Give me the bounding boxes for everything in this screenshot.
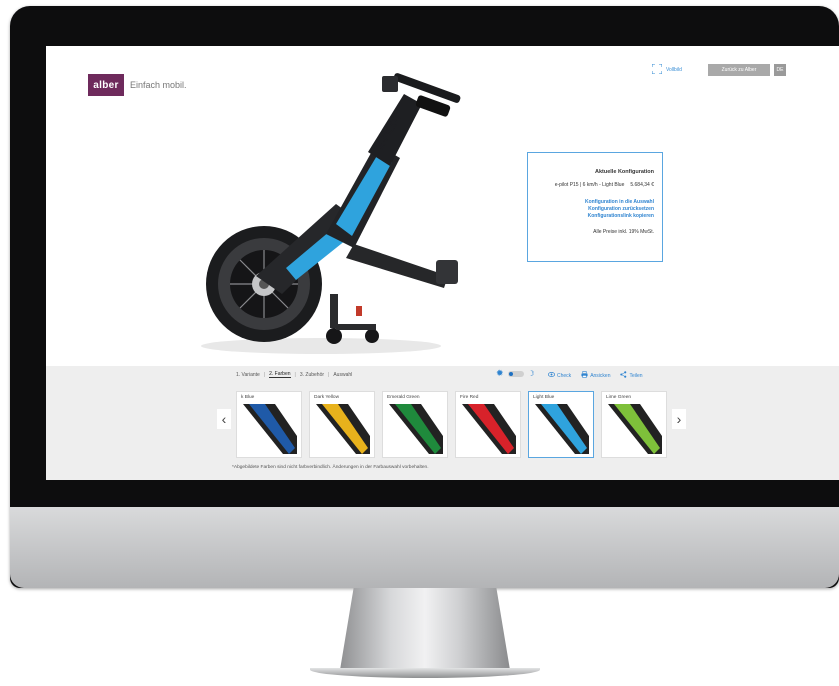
step-variante[interactable]: 1. Variante xyxy=(236,372,260,378)
swatch-label: Emerald Green xyxy=(387,395,420,400)
sun-icon: ✹ xyxy=(496,368,504,378)
swatch-label: Dark Yellow xyxy=(314,395,340,400)
chevron-left-icon: ‹ xyxy=(221,411,227,427)
current-configuration-panel: Aktuelle Konfiguration e-pilot P15 | 6 k… xyxy=(527,152,663,262)
swatch-preview xyxy=(608,404,662,454)
swatch-preview xyxy=(243,404,297,454)
print-button[interactable]: Ansicken xyxy=(581,371,610,380)
copy-configuration-link[interactable]: Konfigurationslink kopieren xyxy=(536,213,654,220)
alber-logo[interactable]: alber xyxy=(88,74,124,96)
swatch-preview xyxy=(389,404,443,454)
previous-color-button[interactable]: ‹ xyxy=(217,409,231,429)
monitor-stand xyxy=(340,588,510,670)
eye-icon xyxy=(548,371,555,380)
step-farben[interactable]: 2. Farben xyxy=(269,371,291,378)
swatch-label: Light Blue xyxy=(533,395,555,400)
fullscreen-icon xyxy=(651,63,663,76)
config-item-name: e-pilot P15 | 6 km/h - Light Blue xyxy=(554,182,625,188)
step-zubehoer[interactable]: 3. Zubehör xyxy=(300,372,324,378)
theme-switch[interactable] xyxy=(507,370,524,377)
swatch-label: k Blue xyxy=(241,395,255,400)
screen: alber Einfach mobil. Vollbild Zurück zu … xyxy=(46,46,839,480)
share-button[interactable]: Teilen xyxy=(620,371,643,380)
monitor-stand-foot xyxy=(310,668,540,678)
swatch-fire-red[interactable]: Fire Red xyxy=(455,391,521,458)
add-to-selection-link[interactable]: Konfiguration in die Auswahl xyxy=(536,199,654,206)
back-to-alber-button[interactable]: Zurück zu Alber xyxy=(708,64,770,76)
chevron-right-icon: › xyxy=(676,411,682,427)
moon-icon: ☽ xyxy=(527,368,535,378)
swatch-blue[interactable]: k Blue xyxy=(236,391,302,458)
reset-configuration-link[interactable]: Konfiguration zurücksetzen xyxy=(536,206,654,213)
swatch-emerald-green[interactable]: Emerald Green xyxy=(382,391,448,458)
config-item-price: 5.684,34 € xyxy=(630,182,654,188)
step-navigation: 1. Variante | 2. Farben | 3. Zubehör | A… xyxy=(236,371,353,378)
step-auswahl[interactable]: Auswahl xyxy=(333,372,352,378)
swatch-label: Lime Green xyxy=(606,395,632,400)
check-button[interactable]: Check xyxy=(548,371,571,380)
monitor-chin xyxy=(10,507,839,588)
swatch-preview xyxy=(535,404,589,454)
price-note: Alle Preise inkl. 19% MwSt. xyxy=(593,229,654,235)
e-pilot-product-image: E-PILOT xyxy=(201,73,461,354)
tagline: Einfach mobil. xyxy=(130,80,187,90)
swatch-lime-green[interactable]: Lime Green xyxy=(601,391,667,458)
swatch-dark-yellow[interactable]: Dark Yellow xyxy=(309,391,375,458)
action-bar: Check Ansicken Teilen xyxy=(548,371,643,380)
next-color-button[interactable]: › xyxy=(672,409,686,429)
printer-icon xyxy=(581,371,588,380)
fullscreen-label: Vollbild xyxy=(666,67,682,73)
light-dark-toggle[interactable]: ✹ ☽ xyxy=(496,369,535,378)
swatch-light-blue[interactable]: Light Blue xyxy=(528,391,594,458)
swatch-preview xyxy=(316,404,370,454)
swatch-label: Fire Red xyxy=(460,395,479,400)
swatch-preview xyxy=(462,404,516,454)
configurator-panel: 1. Variante | 2. Farben | 3. Zubehör | A… xyxy=(46,366,839,480)
fullscreen-button[interactable]: Vollbild xyxy=(651,63,682,76)
color-disclaimer: *Abgebildete Farben sind nicht farbverbi… xyxy=(232,465,429,470)
color-swatch-list: k Blue Dark Yellow Emerald Green Fire Re… xyxy=(236,391,667,458)
share-icon xyxy=(620,371,627,380)
language-button[interactable]: DE xyxy=(774,64,786,76)
config-title: Aktuelle Konfiguration xyxy=(595,169,654,175)
